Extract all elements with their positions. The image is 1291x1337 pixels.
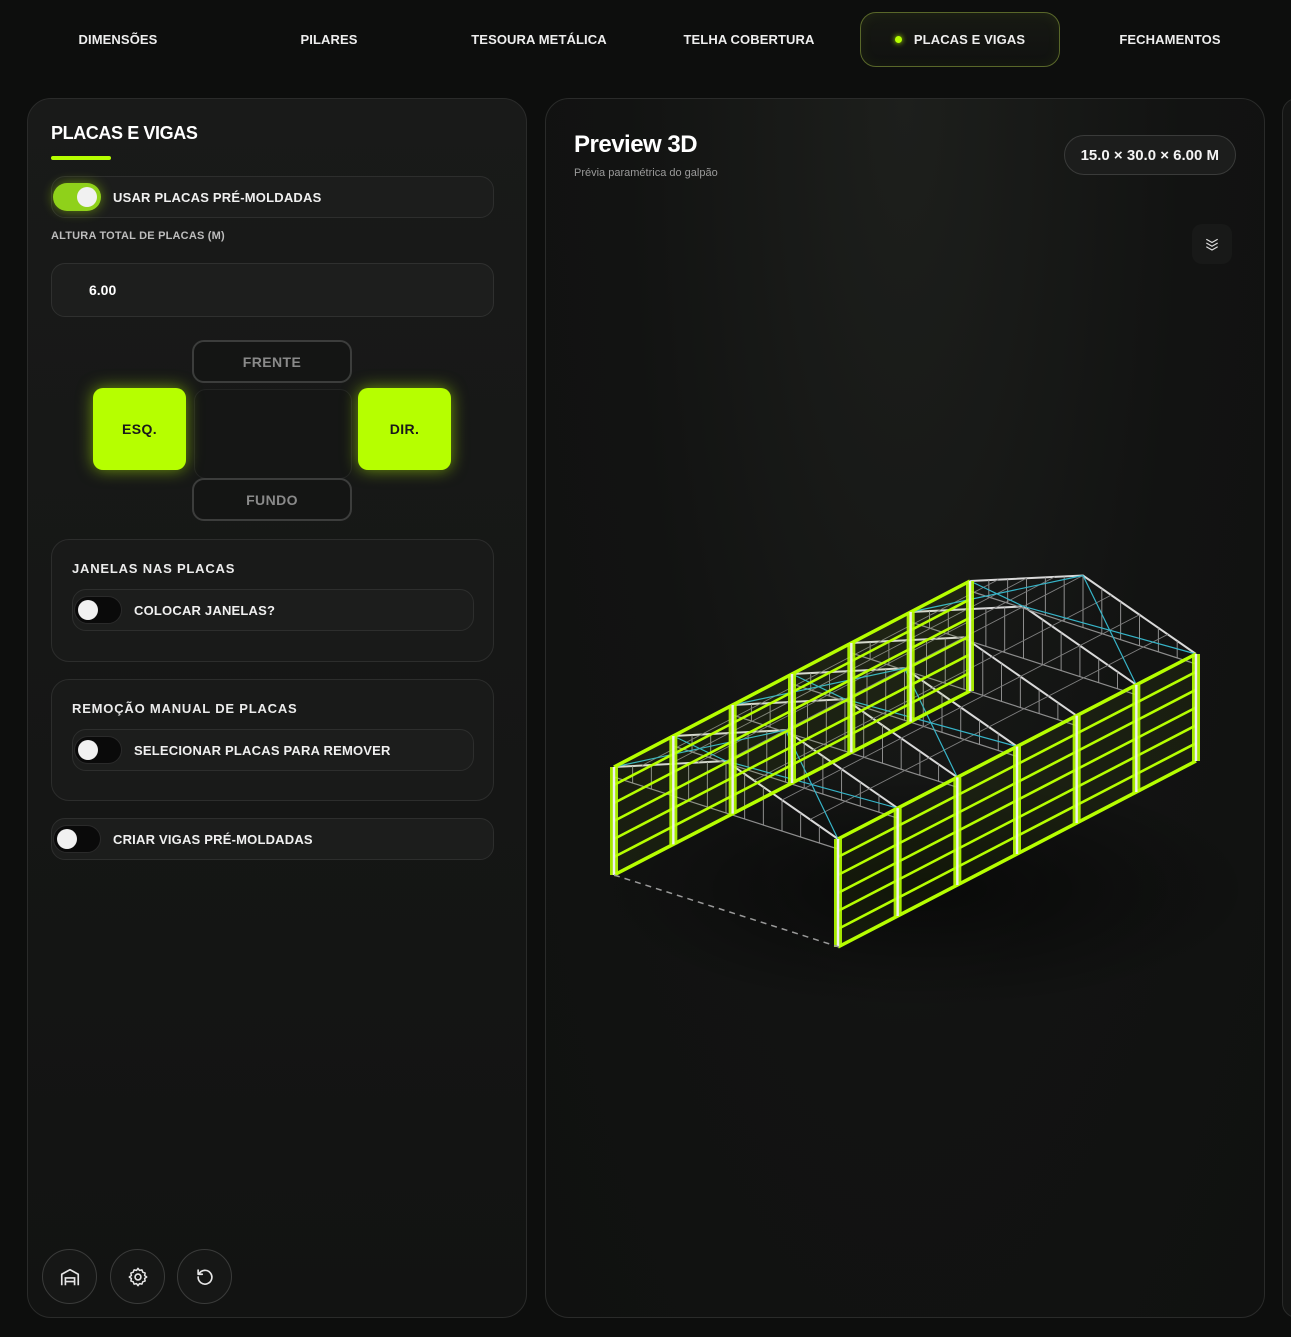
side-selector-center — [194, 389, 352, 479]
toggle-knob — [57, 829, 77, 849]
tab-label: PILARES — [300, 32, 358, 47]
use-precast-label: USAR PLACAS PRÉ-MOLDADAS — [113, 189, 322, 205]
removal-toggle[interactable] — [74, 736, 122, 764]
top-tabs: DIMENSÕES PILARES TESOURA METÁLICA TELHA… — [0, 0, 1291, 80]
beams-label: CRIAR VIGAS PRÉ-MOLDADAS — [113, 831, 313, 847]
windows-card: JANELAS NAS PLACAS COLOCAR JANELAS? — [51, 539, 494, 662]
gear-icon — [128, 1267, 147, 1286]
tab-placas-e-vigas[interactable]: PLACAS E VIGAS — [860, 12, 1060, 67]
tab-pilares[interactable]: PILARES — [229, 12, 429, 67]
tab-label: PLACAS E VIGAS — [913, 32, 1026, 47]
beams-toggle[interactable] — [53, 825, 101, 853]
toggle-knob — [77, 187, 97, 207]
toggle-knob — [78, 600, 98, 620]
preview-panel: Preview 3D Prévia paramétrica do galpão … — [545, 98, 1265, 1318]
beams-row[interactable]: CRIAR VIGAS PRÉ-MOLDADAS — [51, 818, 494, 860]
windows-card-title: JANELAS NAS PLACAS — [72, 561, 236, 576]
warehouse-icon — [60, 1268, 79, 1285]
tab-label: TELHA COBERTURA — [683, 32, 815, 47]
tab-dimensoes[interactable]: DIMENSÕES — [18, 12, 218, 67]
removal-card-title: REMOÇÃO MANUAL DE PLACAS — [72, 701, 298, 716]
use-precast-row[interactable]: USAR PLACAS PRÉ-MOLDADAS — [51, 176, 494, 218]
windows-label: COLOCAR JANELAS? — [134, 602, 276, 618]
settings-panel: PLACAS E VIGAS USAR PLACAS PRÉ-MOLDADAS … — [27, 98, 527, 1318]
toggle-knob — [78, 740, 98, 760]
removal-row[interactable]: SELECIONAR PLACAS PARA REMOVER — [72, 729, 474, 771]
side-right-button[interactable]: DIR. — [358, 388, 451, 470]
side-left-button[interactable]: ESQ. — [93, 388, 186, 470]
active-dot-icon — [894, 36, 902, 43]
tab-label: TESOURA METÁLICA — [471, 32, 607, 47]
right-edge-panel — [1282, 98, 1291, 1318]
settings-button[interactable] — [110, 1249, 165, 1304]
height-input[interactable]: 6.00 — [51, 263, 494, 317]
reset-icon — [196, 1268, 213, 1285]
tab-label: FECHAMENTOS — [1119, 32, 1221, 47]
side-front-button[interactable]: FRENTE — [192, 340, 352, 383]
warehouse-button[interactable] — [42, 1249, 97, 1304]
removal-card: REMOÇÃO MANUAL DE PLACAS SELECIONAR PLAC… — [51, 679, 494, 801]
reset-button[interactable] — [177, 1249, 232, 1304]
side-back-button[interactable]: FUNDO — [192, 478, 352, 521]
removal-label: SELECIONAR PLACAS PARA REMOVER — [134, 742, 391, 758]
tab-fechamentos[interactable]: FECHAMENTOS — [1070, 12, 1270, 67]
title-underline — [51, 156, 111, 160]
panel-title: PLACAS E VIGAS — [51, 123, 198, 143]
tab-telha-cobertura[interactable]: TELHA COBERTURA — [649, 12, 849, 67]
height-label: ALTURA TOTAL DE PLACAS (M) — [51, 230, 225, 242]
tab-tesoura-metalica[interactable]: TESOURA METÁLICA — [439, 12, 639, 67]
tab-label: DIMENSÕES — [78, 32, 158, 47]
windows-toggle[interactable] — [74, 596, 122, 624]
windows-row[interactable]: COLOCAR JANELAS? — [72, 589, 474, 631]
use-precast-toggle[interactable] — [53, 183, 101, 211]
warehouse-3d-model[interactable] — [546, 99, 1265, 1318]
